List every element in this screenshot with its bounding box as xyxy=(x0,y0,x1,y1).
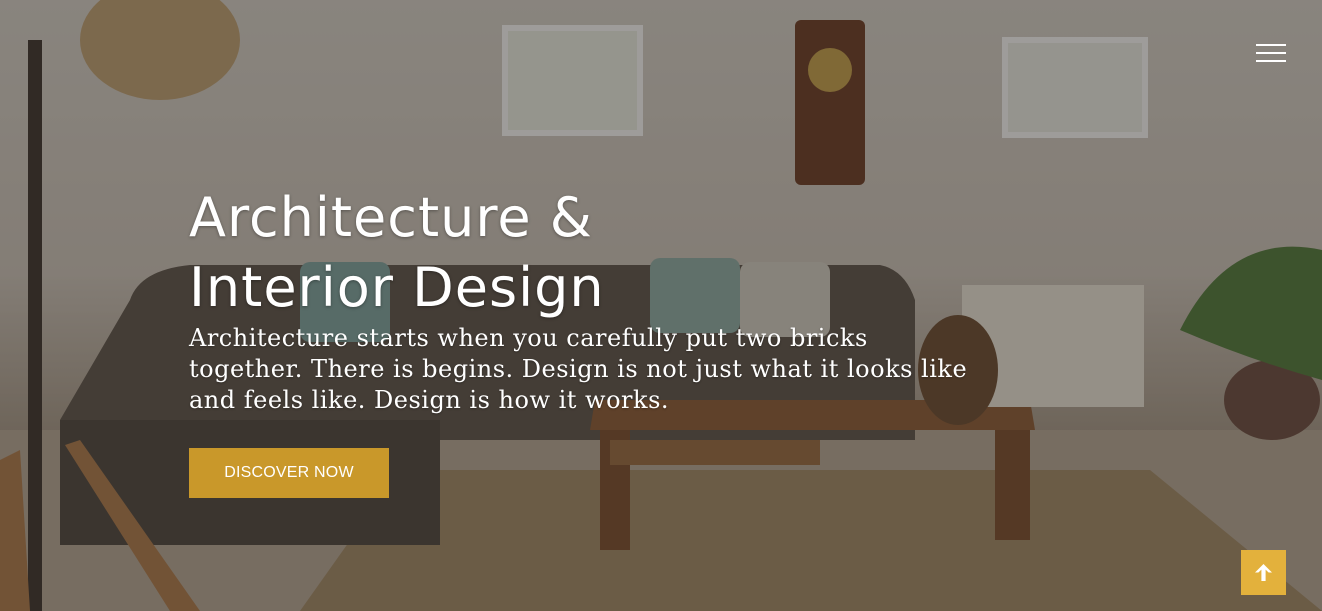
hero-headline-line-1: Architecture & xyxy=(189,186,593,249)
hero-headline-line-2: Interior Design xyxy=(189,256,605,319)
arrow-up-icon xyxy=(1255,564,1272,581)
discover-now-button[interactable]: DISCOVER NOW xyxy=(189,448,389,498)
hero-tagline: Architecture starts when you carefully p… xyxy=(189,324,968,414)
hero-headline: Architecture & Interior Design xyxy=(189,183,889,323)
menu-bar-middle xyxy=(1256,52,1286,54)
menu-bar-top xyxy=(1256,44,1286,46)
scroll-to-top-button[interactable] xyxy=(1241,550,1286,595)
menu-bar-bottom xyxy=(1256,60,1286,62)
hero-section: Architecture & Interior Design Architect… xyxy=(0,0,1322,611)
hamburger-menu-icon[interactable] xyxy=(1256,44,1286,62)
